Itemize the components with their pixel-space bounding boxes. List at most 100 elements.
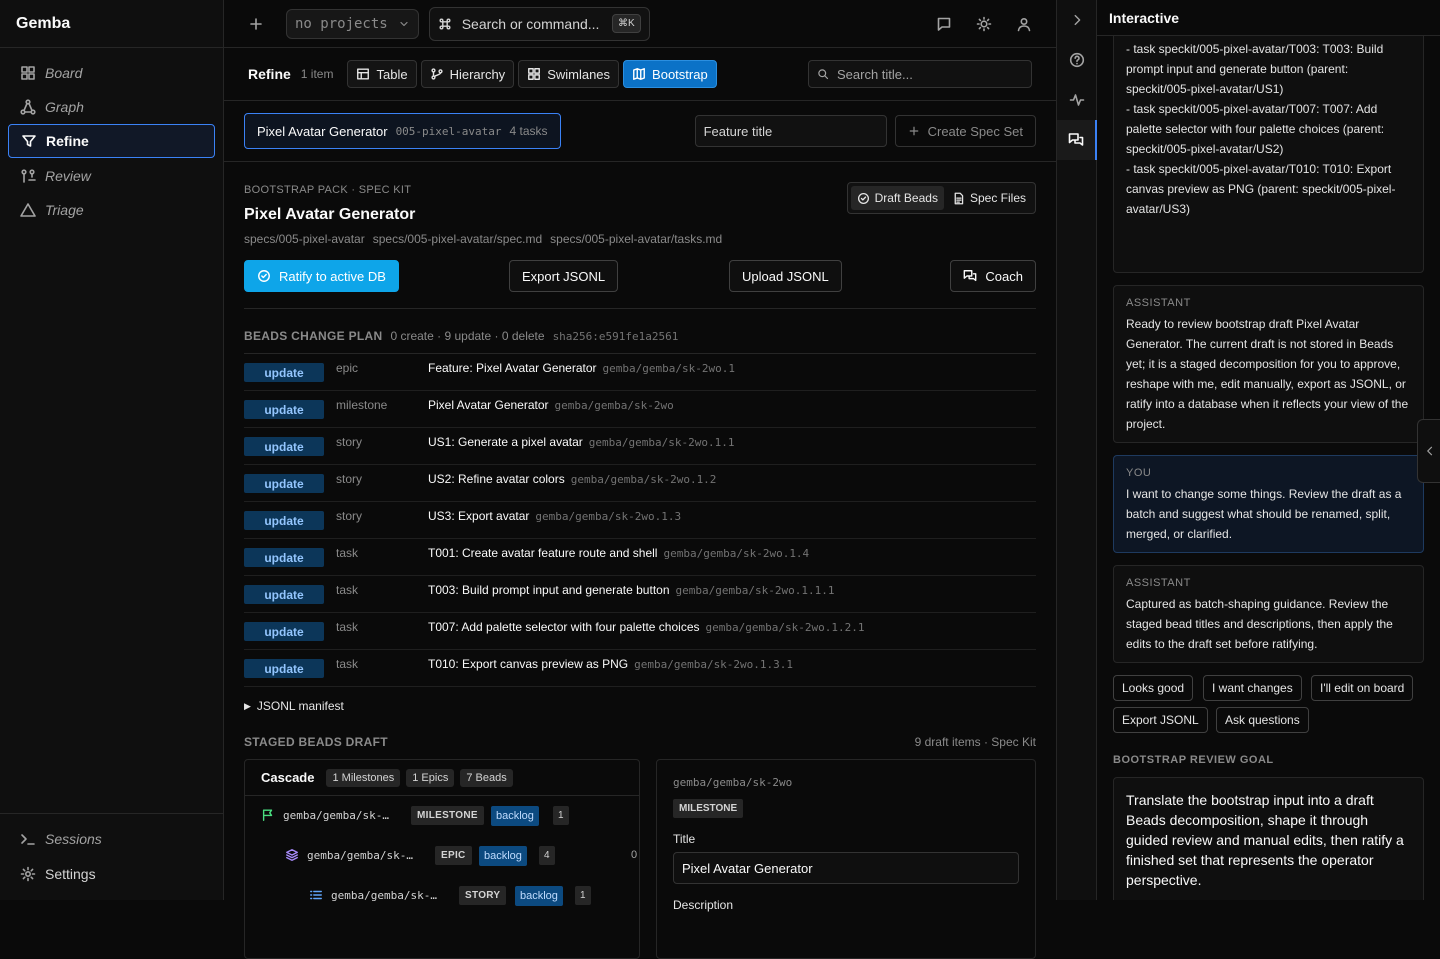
project-select[interactable]: no projects (286, 8, 419, 39)
user-icon (1016, 16, 1032, 32)
filter-icon (21, 133, 37, 149)
goal-heading: BOOTSTRAP REVIEW GOAL (1113, 754, 1274, 766)
panel-rail (1056, 0, 1097, 900)
help-button[interactable] (1057, 40, 1097, 80)
spec-files-toggle[interactable]: Spec Files (946, 186, 1032, 210)
row-kind: task (336, 657, 359, 671)
expand-panel-handle[interactable] (1417, 419, 1440, 483)
tab-label: Table (376, 66, 408, 82)
coach-button[interactable]: Coach (950, 260, 1036, 292)
tab-swimlanes[interactable]: Swimlanes (518, 60, 620, 88)
tab-table[interactable]: Table (347, 60, 417, 88)
sidebar-item-board[interactable]: Board (8, 56, 215, 89)
table-row[interactable]: update story US1: Generate a pixel avatar g… (244, 428, 1036, 465)
layers-icon (285, 848, 299, 862)
quick-reply-want-changes[interactable]: I want changes (1203, 675, 1302, 701)
upload-jsonl-button[interactable]: Upload JSONL (729, 260, 842, 292)
kind-tag: EPIC (435, 846, 472, 865)
sidebar-item-graph[interactable]: Graph (8, 90, 215, 123)
table-row[interactable]: update task T010: Export canvas preview as… (244, 650, 1036, 687)
title-field[interactable]: Pixel Avatar Generator (673, 852, 1019, 884)
sidebar-item-refine[interactable]: Refine (8, 124, 215, 158)
title-search-placeholder: Search title... (837, 66, 913, 82)
caret-right-icon: ▶ (244, 700, 251, 711)
help-circle-icon (1069, 52, 1085, 68)
cascade-tag: 7 Beads (460, 768, 513, 787)
row-id: gemba/gemba/sk-2wo.1.2.1 (705, 621, 865, 634)
theme-toggle-button[interactable] (964, 4, 1004, 44)
jsonl-manifest-toggle[interactable]: ▶ JSONL manifest (244, 699, 1036, 713)
user-button[interactable] (1004, 4, 1044, 44)
sidebar-item-triage[interactable]: Triage (8, 193, 215, 226)
spec-path[interactable]: specs/005-pixel-avatar/spec.md (373, 232, 542, 246)
feature-title-input[interactable]: Feature title (694, 115, 887, 147)
spec-set-chip[interactable]: Pixel Avatar Generator 005-pixel-avatar … (244, 113, 561, 149)
quick-reply-ask-questions[interactable]: Ask questions (1216, 707, 1309, 733)
terminal-icon (20, 831, 36, 847)
row-title: T007: Add palette selector with four pal… (428, 620, 700, 634)
spec-task-count: 4 tasks (509, 124, 548, 138)
row-kind: story (336, 435, 363, 449)
messages-button[interactable] (924, 4, 964, 44)
sidebar-item-settings[interactable]: Settings (8, 857, 216, 891)
spec-path[interactable]: specs/005-pixel-avatar (244, 232, 365, 246)
divider (244, 308, 1036, 309)
row-kind: task (336, 546, 359, 560)
create-spec-set-button[interactable]: Create Spec Set (894, 115, 1036, 147)
message-square-icon (936, 16, 952, 32)
tree-row-milestone[interactable]: gemba/gemba/sk-… (261, 808, 389, 822)
row-title-wrap: T007: Add palette selector with four pal… (428, 620, 864, 634)
row-kind: task (336, 620, 359, 634)
table-row[interactable]: update milestone Pixel Avatar Generator gem… (244, 391, 1036, 428)
plus-icon (248, 16, 264, 32)
sidebar-item-review[interactable]: Review (8, 159, 215, 192)
quick-reply-export-jsonl[interactable]: Export JSONL (1113, 707, 1208, 733)
collapse-panel-button[interactable] (1057, 0, 1097, 40)
table-row[interactable]: update story US2: Refine avatar colors gemb… (244, 465, 1036, 502)
topbar: no projects Search or command... ⌘K (224, 0, 1056, 48)
export-jsonl-button[interactable]: Export JSONL (509, 260, 619, 292)
title-label: Title (673, 832, 696, 846)
cascade-tag: 1 Milestones (326, 768, 401, 787)
panel-title: Interactive (1097, 0, 1440, 36)
tab-bootstrap[interactable]: Bootstrap (623, 60, 717, 88)
staged-heading: STAGED BEADS DRAFT (244, 735, 388, 749)
table-row[interactable]: update task T007: Add palette selector wit… (244, 613, 1036, 650)
quick-reply-looks-good[interactable]: Looks good (1113, 675, 1194, 701)
spec-path[interactable]: specs/005-pixel-avatar/tasks.md (550, 232, 722, 246)
create-spec-set-label: Create Spec Set (927, 123, 1023, 139)
staged-header: STAGED BEADS DRAFT 9 draft items · Spec … (244, 735, 1036, 749)
tab-hierarchy[interactable]: Hierarchy (420, 60, 515, 88)
row-title-wrap: US2: Refine avatar colors gemba/gemba/sk-… (428, 472, 716, 486)
sidebar-item-label: Sessions (45, 831, 102, 847)
activity-button[interactable] (1057, 80, 1097, 120)
chevron-down-icon (398, 18, 410, 30)
table-row[interactable]: update story US3: Export avatar gemba/gemba… (244, 502, 1036, 539)
spec-slug: 005-pixel-avatar (395, 124, 502, 138)
row-title-wrap: T003: Build prompt input and generate bu… (428, 583, 834, 597)
add-button[interactable] (236, 4, 276, 44)
row-title-wrap: US3: Export avatar gemba/gemba/sk-2wo.1.3 (428, 509, 681, 523)
table-row[interactable]: update epic Feature: Pixel Avatar Generato… (244, 354, 1036, 391)
chat-button[interactable] (1057, 120, 1097, 160)
ratify-button[interactable]: Ratify to active DB (244, 260, 399, 292)
title-search-input[interactable]: Search title... (808, 60, 1032, 88)
sidebar: Gemba Board Graph Refine Review Triage S… (0, 0, 224, 900)
row-title-wrap: Feature: Pixel Avatar Generator gemba/gem… (428, 361, 735, 375)
sidebar-bottom: Sessions Settings (0, 813, 224, 900)
warning-icon (20, 202, 36, 218)
cascade-tag: 1 Epics (406, 768, 455, 787)
table-row[interactable]: update task T003: Build prompt input and g… (244, 576, 1036, 613)
plus-icon (908, 125, 920, 137)
messages-icon (963, 269, 977, 283)
change-plan-sha: sha256:e591fe1a2561 (552, 329, 679, 343)
kind-tag: STORY (459, 886, 507, 905)
tree-row-epic[interactable]: gemba/gemba/sk-… (285, 848, 413, 862)
draft-beads-toggle[interactable]: Draft Beads (850, 186, 944, 210)
graph-icon (20, 98, 36, 115)
table-row[interactable]: update task T001: Create avatar feature ro… (244, 539, 1036, 576)
sidebar-item-sessions[interactable]: Sessions (8, 822, 216, 856)
quick-reply-edit-on-board[interactable]: I'll edit on board (1311, 675, 1414, 701)
command-search[interactable]: Search or command... ⌘K (428, 6, 650, 41)
tree-row-id: gemba/gemba/sk-… (283, 808, 389, 822)
